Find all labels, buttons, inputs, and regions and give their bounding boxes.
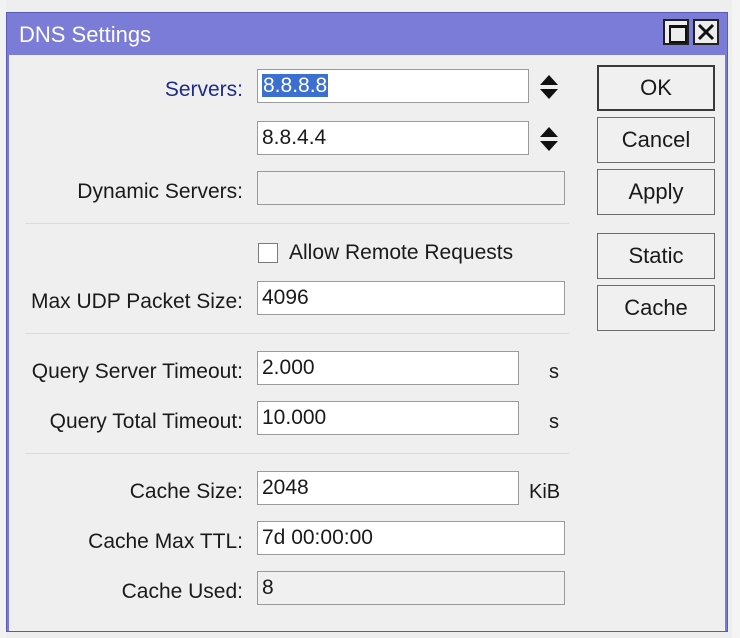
cache-size-value: 2048 [262,476,309,499]
separator [25,453,569,454]
server-2-input[interactable]: 8.8.4.4 [257,121,529,155]
max-udp-packet-size-value: 4096 [262,286,309,309]
static-button[interactable]: Static [597,233,715,279]
query-server-timeout-value: 2.000 [262,356,315,379]
cache-used-field: 8 [257,571,565,605]
cache-max-ttl-label: Cache Max TTL: [88,530,243,553]
cache-size-input[interactable]: 2048 [257,471,519,505]
allow-remote-requests-label: Allow Remote Requests [289,241,514,264]
query-total-timeout-label: Query Total Timeout: [49,410,243,433]
close-button[interactable] [693,19,719,45]
cancel-button[interactable]: Cancel [597,117,715,163]
dialog-body: Servers: 8.8.8.8 8.8.4.4 Dynamic Servers… [9,55,725,631]
cache-size-unit: KiB [529,481,561,503]
maximize-button[interactable] [663,19,689,45]
servers-label: Servers: [164,78,243,101]
query-server-timeout-input[interactable]: 2.000 [257,351,519,385]
server-1-value: 8.8.8.8 [262,74,329,97]
separator [25,333,569,334]
window-title: DNS Settings [19,22,152,47]
close-icon [697,23,715,41]
query-total-timeout-unit: s [549,411,559,433]
max-udp-packet-size-input[interactable]: 4096 [257,281,565,315]
server-2-value: 8.8.4.4 [262,126,327,149]
cache-used-label: Cache Used: [121,580,243,603]
separator [25,223,569,224]
title-bar[interactable]: DNS Settings [7,13,727,55]
cache-max-ttl-input[interactable]: 7d 00:00:00 [257,521,565,555]
dynamic-servers-label: Dynamic Servers: [77,180,243,203]
query-server-timeout-label: Query Server Timeout: [31,360,243,383]
server-2-updown-icon[interactable] [539,125,559,153]
server-1-updown-icon[interactable] [539,73,559,101]
background-edge-right [732,0,740,638]
cache-size-label: Cache Size: [129,480,243,503]
maximize-icon [669,25,687,43]
allow-remote-requests-checkbox[interactable] [258,243,278,263]
max-udp-packet-size-label: Max UDP Packet Size: [30,290,243,313]
apply-button[interactable]: Apply [597,169,715,215]
cache-max-ttl-value: 7d 00:00:00 [262,526,373,549]
ok-button[interactable]: OK [597,65,715,111]
query-total-timeout-value: 10.000 [262,406,327,429]
dns-settings-window: DNS Settings Servers: 8.8.8.8 8.8.4.4 Dy… [6,12,728,632]
cache-used-value: 8 [262,576,274,599]
query-server-timeout-unit: s [549,361,559,383]
server-1-input[interactable]: 8.8.8.8 [257,69,529,103]
dynamic-servers-field [257,171,565,205]
query-total-timeout-input[interactable]: 10.000 [257,401,519,435]
cache-button[interactable]: Cache [597,285,715,331]
